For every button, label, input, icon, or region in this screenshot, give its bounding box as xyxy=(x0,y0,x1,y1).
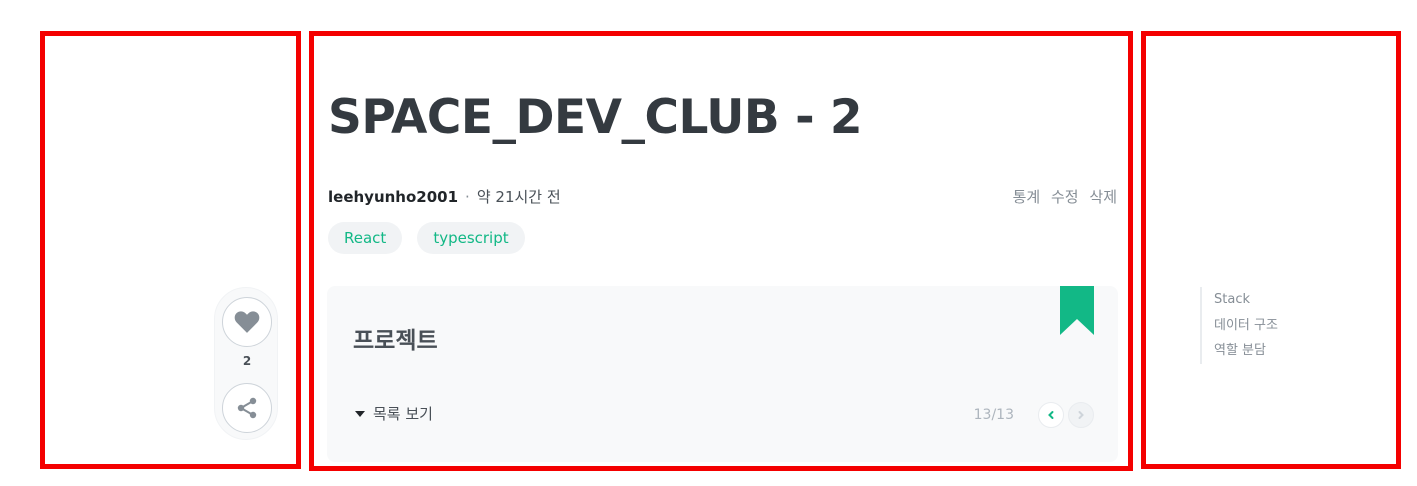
stats-button[interactable]: 통계 xyxy=(1013,188,1041,206)
author-link[interactable]: leehyunho2001 xyxy=(328,188,458,206)
tag-list: React typescript xyxy=(328,222,525,254)
share-button[interactable] xyxy=(222,383,272,433)
chevron-right-icon xyxy=(1078,411,1084,419)
edit-button[interactable]: 수정 xyxy=(1051,188,1079,206)
post-owner-actions: 통계 수정 삭제 xyxy=(1007,186,1117,207)
highlight-box-right xyxy=(1141,31,1401,469)
delete-button[interactable]: 삭제 xyxy=(1089,188,1117,206)
toc-item-data-structure[interactable]: 데이터 구조 xyxy=(1214,313,1278,339)
series-list-toggle-label: 목록 보기 xyxy=(373,405,433,423)
like-count: 2 xyxy=(242,354,252,368)
series-progress: 13/13 xyxy=(973,407,1014,423)
post-meta: leehyunho2001 · 약 21시간 전 xyxy=(328,186,561,207)
series-box: 프로젝트 목록 보기 13/13 xyxy=(327,286,1118,462)
chevron-left-icon xyxy=(1048,411,1054,419)
tag-react[interactable]: React xyxy=(328,222,403,254)
table-of-contents: Stack 데이터 구조 역할 분담 xyxy=(1200,287,1278,364)
series-pager: 13/13 xyxy=(974,402,1094,428)
series-prev-button[interactable] xyxy=(1038,402,1064,428)
toc-item-role-division[interactable]: 역할 분담 xyxy=(1214,338,1278,364)
bookmark-icon xyxy=(1060,286,1094,335)
post-time: 약 21시간 전 xyxy=(476,188,561,206)
meta-separator: · xyxy=(465,188,470,206)
like-button[interactable] xyxy=(222,297,272,347)
series-list-toggle[interactable]: 목록 보기 xyxy=(355,403,433,424)
post-title: SPACE_DEV_CLUB - 2 xyxy=(328,90,863,145)
share-icon xyxy=(237,397,257,419)
series-title[interactable]: 프로젝트 xyxy=(353,321,438,355)
toc-item-stack[interactable]: Stack xyxy=(1214,287,1278,313)
side-action-bar: 2 xyxy=(214,287,278,440)
tag-typescript[interactable]: typescript xyxy=(417,222,525,254)
series-next-button[interactable] xyxy=(1068,402,1094,428)
caret-down-icon xyxy=(355,410,365,417)
heart-icon xyxy=(234,311,260,333)
